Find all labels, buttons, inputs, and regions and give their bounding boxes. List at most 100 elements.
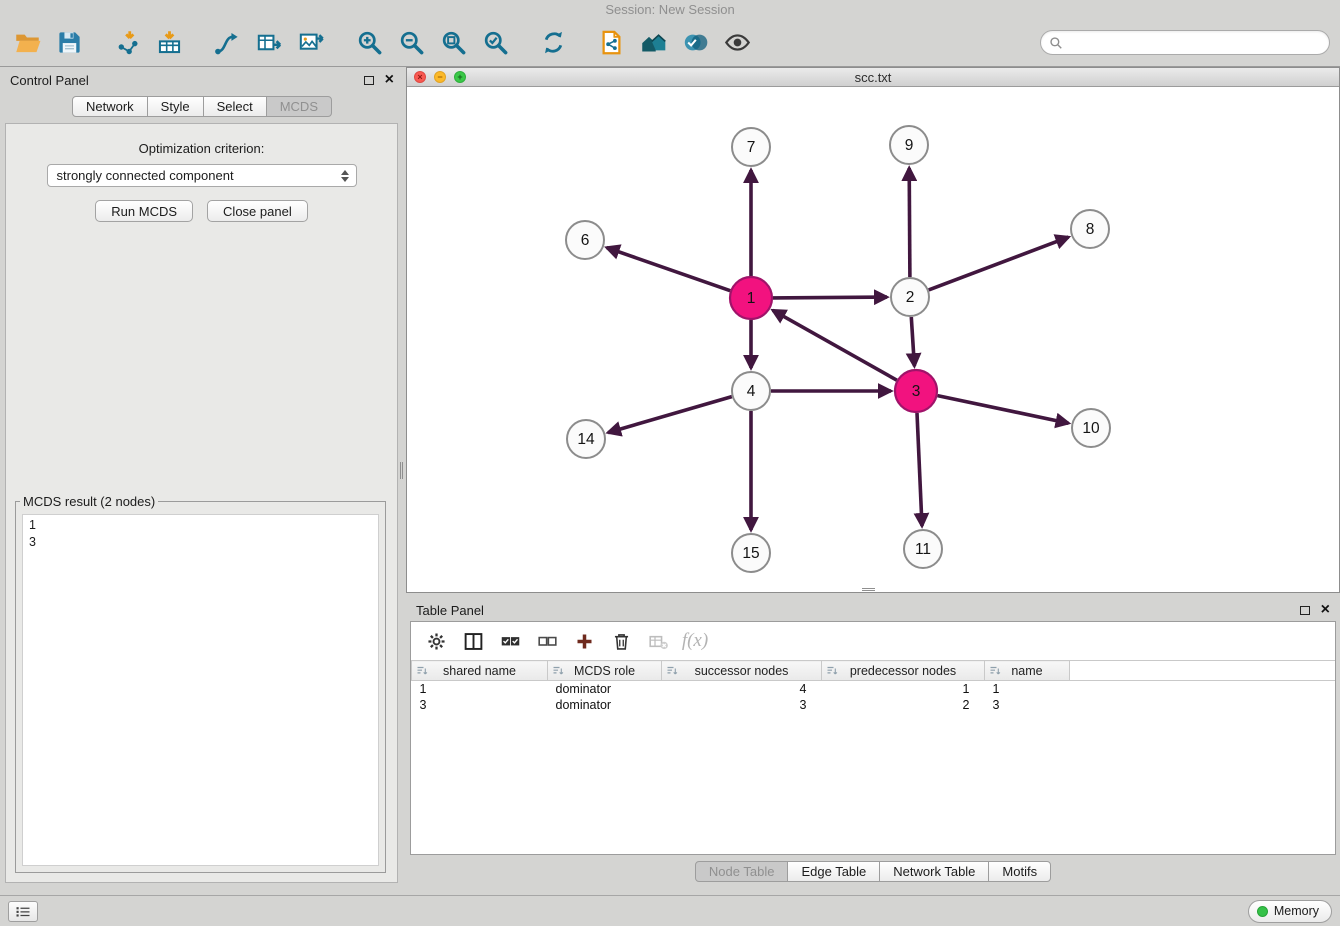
memory-button[interactable]: Memory — [1248, 900, 1332, 923]
import-table-icon[interactable] — [151, 25, 187, 61]
zoom-selected-icon[interactable] — [477, 25, 513, 61]
column-header-predecessor-nodes[interactable]: predecessor nodes — [822, 661, 985, 681]
node-table-cell[interactable]: 1 — [985, 681, 1070, 697]
select-all-rows-icon[interactable] — [495, 627, 525, 655]
refresh-layout-icon[interactable] — [535, 25, 571, 61]
graph-node-7[interactable]: 7 — [732, 128, 770, 166]
open-file-icon[interactable] — [9, 25, 45, 61]
criterion-dropdown[interactable]: strongly connected component — [47, 164, 357, 187]
node-table-row[interactable]: 3dominator323 — [412, 697, 1336, 713]
add-icon[interactable] — [569, 627, 599, 655]
graph-edge-3-1[interactable] — [773, 310, 897, 380]
node-table-cell[interactable]: 2 — [822, 697, 985, 713]
tab-select[interactable]: Select — [203, 96, 267, 117]
export-table-icon[interactable] — [251, 25, 287, 61]
column-header-successor-nodes[interactable]: successor nodes — [662, 661, 822, 681]
run-mcds-button[interactable]: Run MCDS — [95, 200, 193, 222]
trash-icon[interactable] — [606, 627, 636, 655]
node-table-cell[interactable]: 1 — [822, 681, 985, 697]
export-network-icon[interactable] — [209, 25, 245, 61]
graph-edge-4-14[interactable] — [608, 397, 732, 433]
node-table-cell[interactable]: 3 — [662, 697, 822, 713]
splitter-handle-vertical[interactable] — [400, 462, 405, 479]
tab-network-table[interactable]: Network Table — [879, 861, 989, 882]
node-table-row[interactable]: 1dominator411 — [412, 681, 1336, 697]
show-panels-button[interactable] — [8, 901, 38, 922]
column-header-shared-name[interactable]: shared name — [412, 661, 548, 681]
graph-edge-2-3[interactable] — [911, 317, 914, 366]
node-table-cell[interactable]: dominator — [548, 681, 662, 697]
status-bar: Memory — [0, 895, 1340, 926]
splitter-handle-horizontal[interactable] — [862, 588, 875, 593]
node-table-cell[interactable]: 1 — [412, 681, 548, 697]
settings-gear-icon[interactable] — [421, 627, 451, 655]
graph-edge-3-11[interactable] — [917, 413, 922, 526]
close-panel-button[interactable]: Close panel — [207, 200, 308, 222]
export-image-icon[interactable] — [293, 25, 329, 61]
search-box[interactable] — [1040, 30, 1330, 55]
tab-node-table[interactable]: Node Table — [695, 861, 789, 882]
mcds-panel-body: Optimization criterion: strongly connect… — [5, 123, 398, 883]
node-table-cell[interactable]: 3 — [412, 697, 548, 713]
control-panel-close-icon[interactable]: × — [385, 73, 394, 87]
network-window-titlebar[interactable]: × − + scc.txt — [407, 68, 1339, 87]
tab-edge-table[interactable]: Edge Table — [787, 861, 880, 882]
graph-edge-1-2[interactable] — [773, 297, 887, 298]
column-header-name[interactable]: name — [985, 661, 1070, 681]
graph-node-9[interactable]: 9 — [890, 126, 928, 164]
graph-node-11[interactable]: 11 — [904, 530, 942, 568]
share-document-icon[interactable] — [593, 25, 629, 61]
graph-node-8[interactable]: 8 — [1071, 210, 1109, 248]
graph-edge-2-8[interactable] — [929, 237, 1069, 290]
table-panel-titlebar: Table Panel × — [406, 597, 1340, 623]
graph-node-6[interactable]: 6 — [566, 221, 604, 259]
network-window-title: scc.txt — [407, 70, 1339, 85]
table-panel-close-icon[interactable]: × — [1321, 603, 1330, 617]
save-session-icon[interactable] — [51, 25, 87, 61]
network-canvas[interactable]: 7 9 6 8 1 2 4 3 14 10 15 11 — [407, 87, 1339, 592]
graph-node-3[interactable]: 3 — [895, 370, 937, 412]
close-window-button[interactable]: × — [414, 71, 426, 83]
mcds-result-box: MCDS result (2 nodes) 1 3 — [15, 494, 386, 873]
window-titlebar[interactable]: Session: New Session — [0, 0, 1340, 19]
graph-edge-3-10[interactable] — [938, 396, 1069, 424]
deselect-all-rows-icon[interactable] — [532, 627, 562, 655]
function-builder-icon[interactable]: f(x) — [680, 627, 710, 655]
svg-text:14: 14 — [577, 431, 595, 448]
svg-text:9: 9 — [905, 137, 914, 154]
import-network-icon[interactable] — [109, 25, 145, 61]
column-header-mcds-role[interactable]: MCDS role — [548, 661, 662, 681]
tab-network[interactable]: Network — [72, 96, 148, 117]
table-panel-float-icon[interactable] — [1300, 606, 1310, 615]
venn-icon[interactable] — [677, 25, 713, 61]
home-icon[interactable] — [635, 25, 671, 61]
network-graph[interactable]: 7 9 6 8 1 2 4 3 14 10 15 11 — [407, 87, 1339, 592]
show-columns-icon[interactable] — [458, 627, 488, 655]
minimize-window-button[interactable]: − — [434, 71, 446, 83]
search-input[interactable] — [1067, 33, 1321, 53]
zoom-out-icon[interactable] — [393, 25, 429, 61]
graph-node-15[interactable]: 15 — [732, 534, 770, 572]
tab-motifs[interactable]: Motifs — [988, 861, 1051, 882]
node-table-cell[interactable]: 3 — [985, 697, 1070, 713]
zoom-fit-icon[interactable] — [435, 25, 471, 61]
tab-style[interactable]: Style — [147, 96, 204, 117]
graph-edge-2-9[interactable] — [909, 168, 910, 277]
graph-node-2[interactable]: 2 — [891, 278, 929, 316]
zoom-window-button[interactable]: + — [454, 71, 466, 83]
zoom-in-icon[interactable] — [351, 25, 387, 61]
delete-table-icon[interactable] — [643, 627, 673, 655]
eye-icon[interactable] — [719, 25, 755, 61]
column-label: predecessor nodes — [850, 664, 956, 678]
node-table-cell[interactable]: dominator — [548, 697, 662, 713]
control-panel-float-icon[interactable] — [364, 76, 374, 85]
graph-node-10[interactable]: 10 — [1072, 409, 1110, 447]
mcds-result-values[interactable]: 1 3 — [22, 514, 379, 866]
memory-label: Memory — [1274, 904, 1319, 918]
graph-node-14[interactable]: 14 — [567, 420, 605, 458]
graph-node-1[interactable]: 1 — [730, 277, 772, 319]
graph-edge-1-6[interactable] — [607, 248, 731, 291]
tab-mcds[interactable]: MCDS — [266, 96, 332, 117]
graph-node-4[interactable]: 4 — [732, 372, 770, 410]
node-table-cell[interactable]: 4 — [662, 681, 822, 697]
